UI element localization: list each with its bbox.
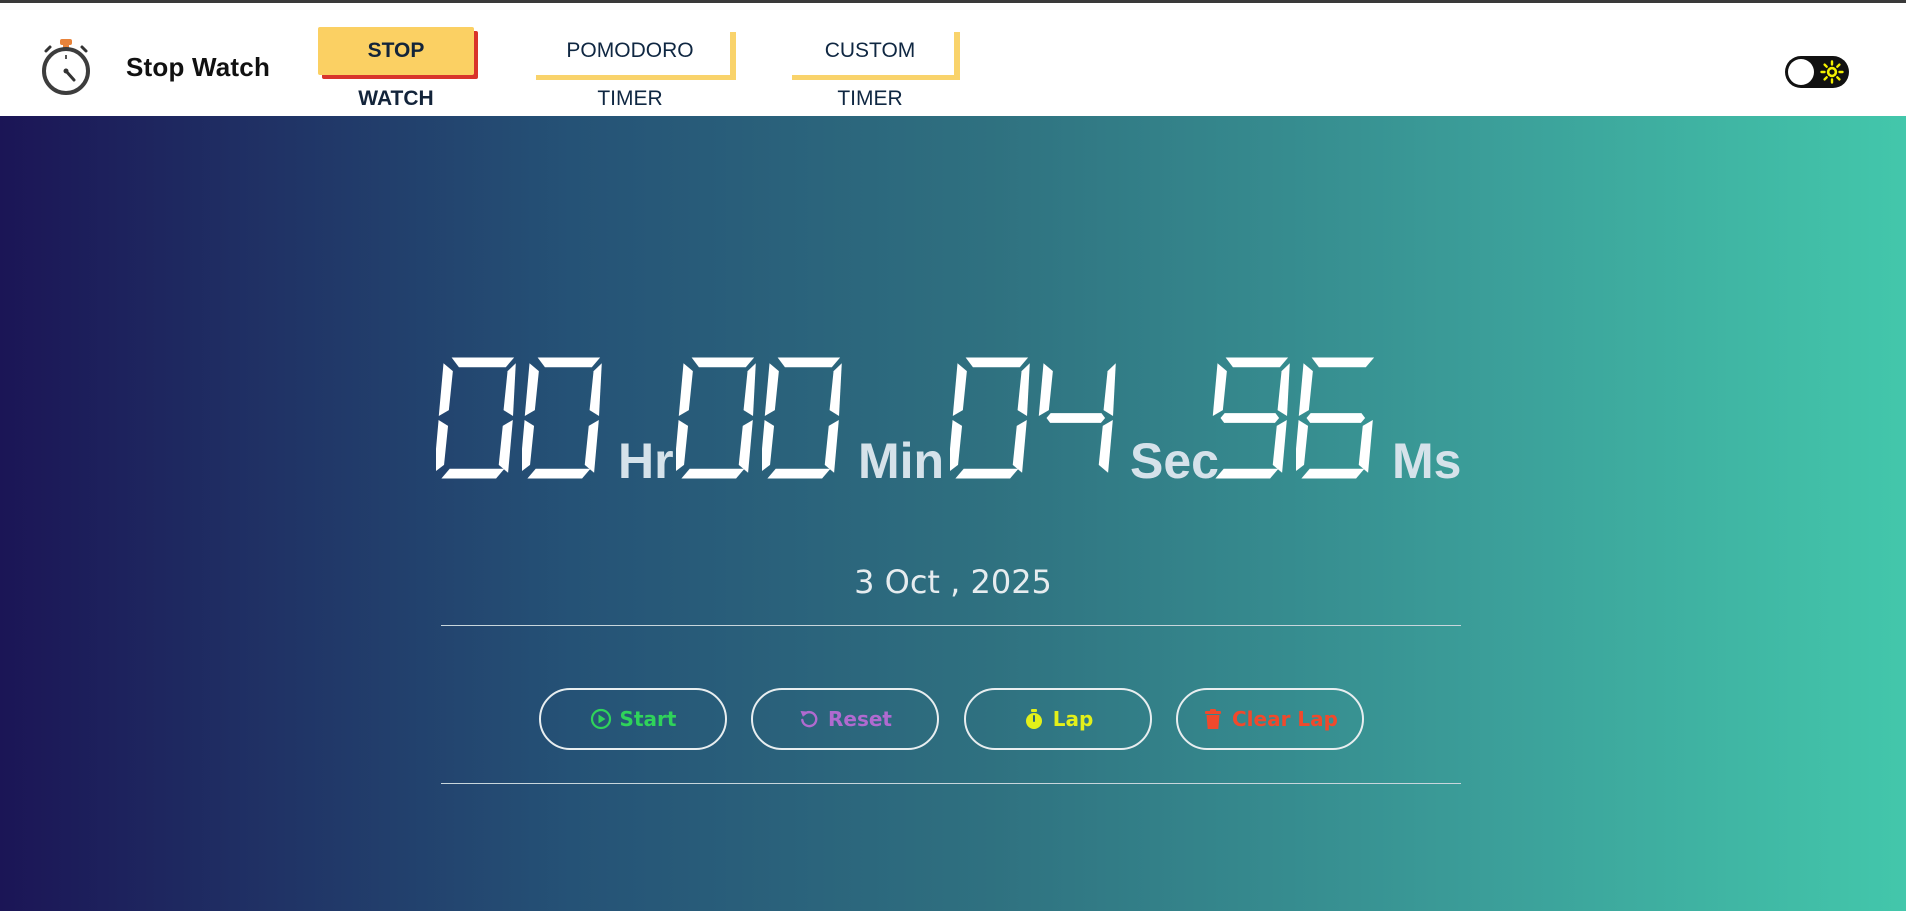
reset-button[interactable]: Reset: [751, 688, 939, 750]
digit-segment: [441, 468, 505, 479]
digit-segment: [1046, 413, 1106, 423]
lap-button[interactable]: Lap: [964, 688, 1152, 750]
digit-segment: [498, 419, 513, 473]
hours-unit: Hr: [618, 433, 674, 489]
digit-segment: [955, 468, 1019, 479]
digit-segment: [1358, 419, 1373, 473]
digit-segment: [584, 419, 599, 473]
reset-icon: [800, 710, 818, 728]
digit-segment: [1038, 363, 1053, 417]
digit-segment: [676, 419, 689, 473]
clear-lap-label: Clear Lap: [1232, 707, 1338, 731]
lap-label: Lap: [1052, 707, 1094, 731]
digit-segment: [762, 419, 775, 473]
minutes-digits: [676, 354, 846, 494]
digit-segment: [1215, 468, 1279, 479]
app-header: Stop Watch STOP WATCH POMODORO TIMER CUS…: [0, 3, 1906, 116]
digit-segment: [829, 363, 842, 417]
digit-segment: [522, 419, 535, 473]
timer-digit: [676, 357, 756, 479]
nav-stopwatch-tab[interactable]: STOP WATCH: [318, 27, 474, 110]
timer-display: Hr Min Sec Ms: [436, 354, 1462, 494]
digit-segment: [1017, 363, 1030, 417]
divider-top: [441, 625, 1461, 626]
ms-unit: Ms: [1392, 433, 1462, 489]
timer-digit: [1212, 357, 1290, 479]
timer-digit: [950, 357, 1030, 479]
nav-custom-timer-tab[interactable]: CUSTOM TIMER: [786, 27, 954, 110]
digit-segment: [743, 363, 756, 417]
clear-lap-button[interactable]: Clear Lap: [1176, 688, 1364, 750]
digit-segment: [777, 357, 841, 368]
seconds-unit: Sec: [1130, 433, 1219, 489]
digit-segment: [537, 357, 601, 368]
digit-segment: [1098, 419, 1113, 473]
ms-digits: [1210, 354, 1380, 494]
seconds-digits: [950, 354, 1120, 494]
nav-pomodoro-tab[interactable]: POMODORO TIMER: [530, 27, 730, 110]
reset-label: Reset: [828, 707, 892, 731]
digit-segment: [1225, 357, 1289, 368]
digit-segment: [952, 363, 967, 417]
digit-segment: [1301, 468, 1365, 479]
digit-segment: [503, 363, 516, 417]
digit-segment: [438, 363, 453, 417]
timer-digit: [1038, 363, 1116, 473]
digit-segment: [1296, 419, 1309, 473]
digit-segment: [691, 357, 755, 368]
digit-segment: [1220, 413, 1280, 423]
digit-segment: [965, 357, 1029, 368]
play-icon: [590, 708, 611, 730]
digit-segment: [1212, 363, 1227, 417]
hours-digits: [436, 354, 606, 494]
timer-digit: [1296, 357, 1375, 479]
digit-segment: [1311, 357, 1375, 368]
current-date: 3 Oct , 2025: [854, 563, 1052, 601]
digit-segment: [950, 419, 963, 473]
digit-segment: [1306, 413, 1366, 423]
digit-segment: [1298, 363, 1313, 417]
sun-icon: [1820, 60, 1844, 84]
stopwatch-lap-icon: [1025, 709, 1042, 729]
stopwatch-icon: [42, 39, 90, 95]
digit-segment: [589, 363, 602, 417]
digit-segment: [764, 363, 779, 417]
digit-segment: [824, 419, 839, 473]
digit-segment: [436, 419, 449, 473]
digit-segment: [738, 419, 753, 473]
digit-segment: [527, 468, 591, 479]
toggle-knob: [1788, 59, 1814, 85]
digit-segment: [678, 363, 693, 417]
digit-segment: [524, 363, 539, 417]
start-label: Start: [619, 707, 677, 731]
trash-icon: [1205, 709, 1221, 729]
digit-segment: [1272, 419, 1287, 473]
divider-bottom: [441, 783, 1461, 784]
brand[interactable]: Stop Watch: [38, 37, 270, 97]
timer-digit: [762, 357, 842, 479]
timer-digit: [522, 357, 602, 479]
digit-segment: [1103, 363, 1116, 417]
stopwatch-panel: Hr Min Sec Ms 3 Oct , 2025 Start Reset L…: [0, 116, 1906, 911]
digit-segment: [451, 357, 515, 368]
minutes-unit: Min: [858, 433, 945, 489]
theme-toggle[interactable]: [1785, 56, 1849, 88]
app-title: Stop Watch: [126, 51, 271, 82]
digit-segment: [1012, 419, 1027, 473]
digit-segment: [681, 468, 745, 479]
digit-segment: [1277, 363, 1290, 417]
digit-segment: [767, 468, 831, 479]
timer-digit: [436, 357, 516, 479]
start-button[interactable]: Start: [539, 688, 727, 750]
